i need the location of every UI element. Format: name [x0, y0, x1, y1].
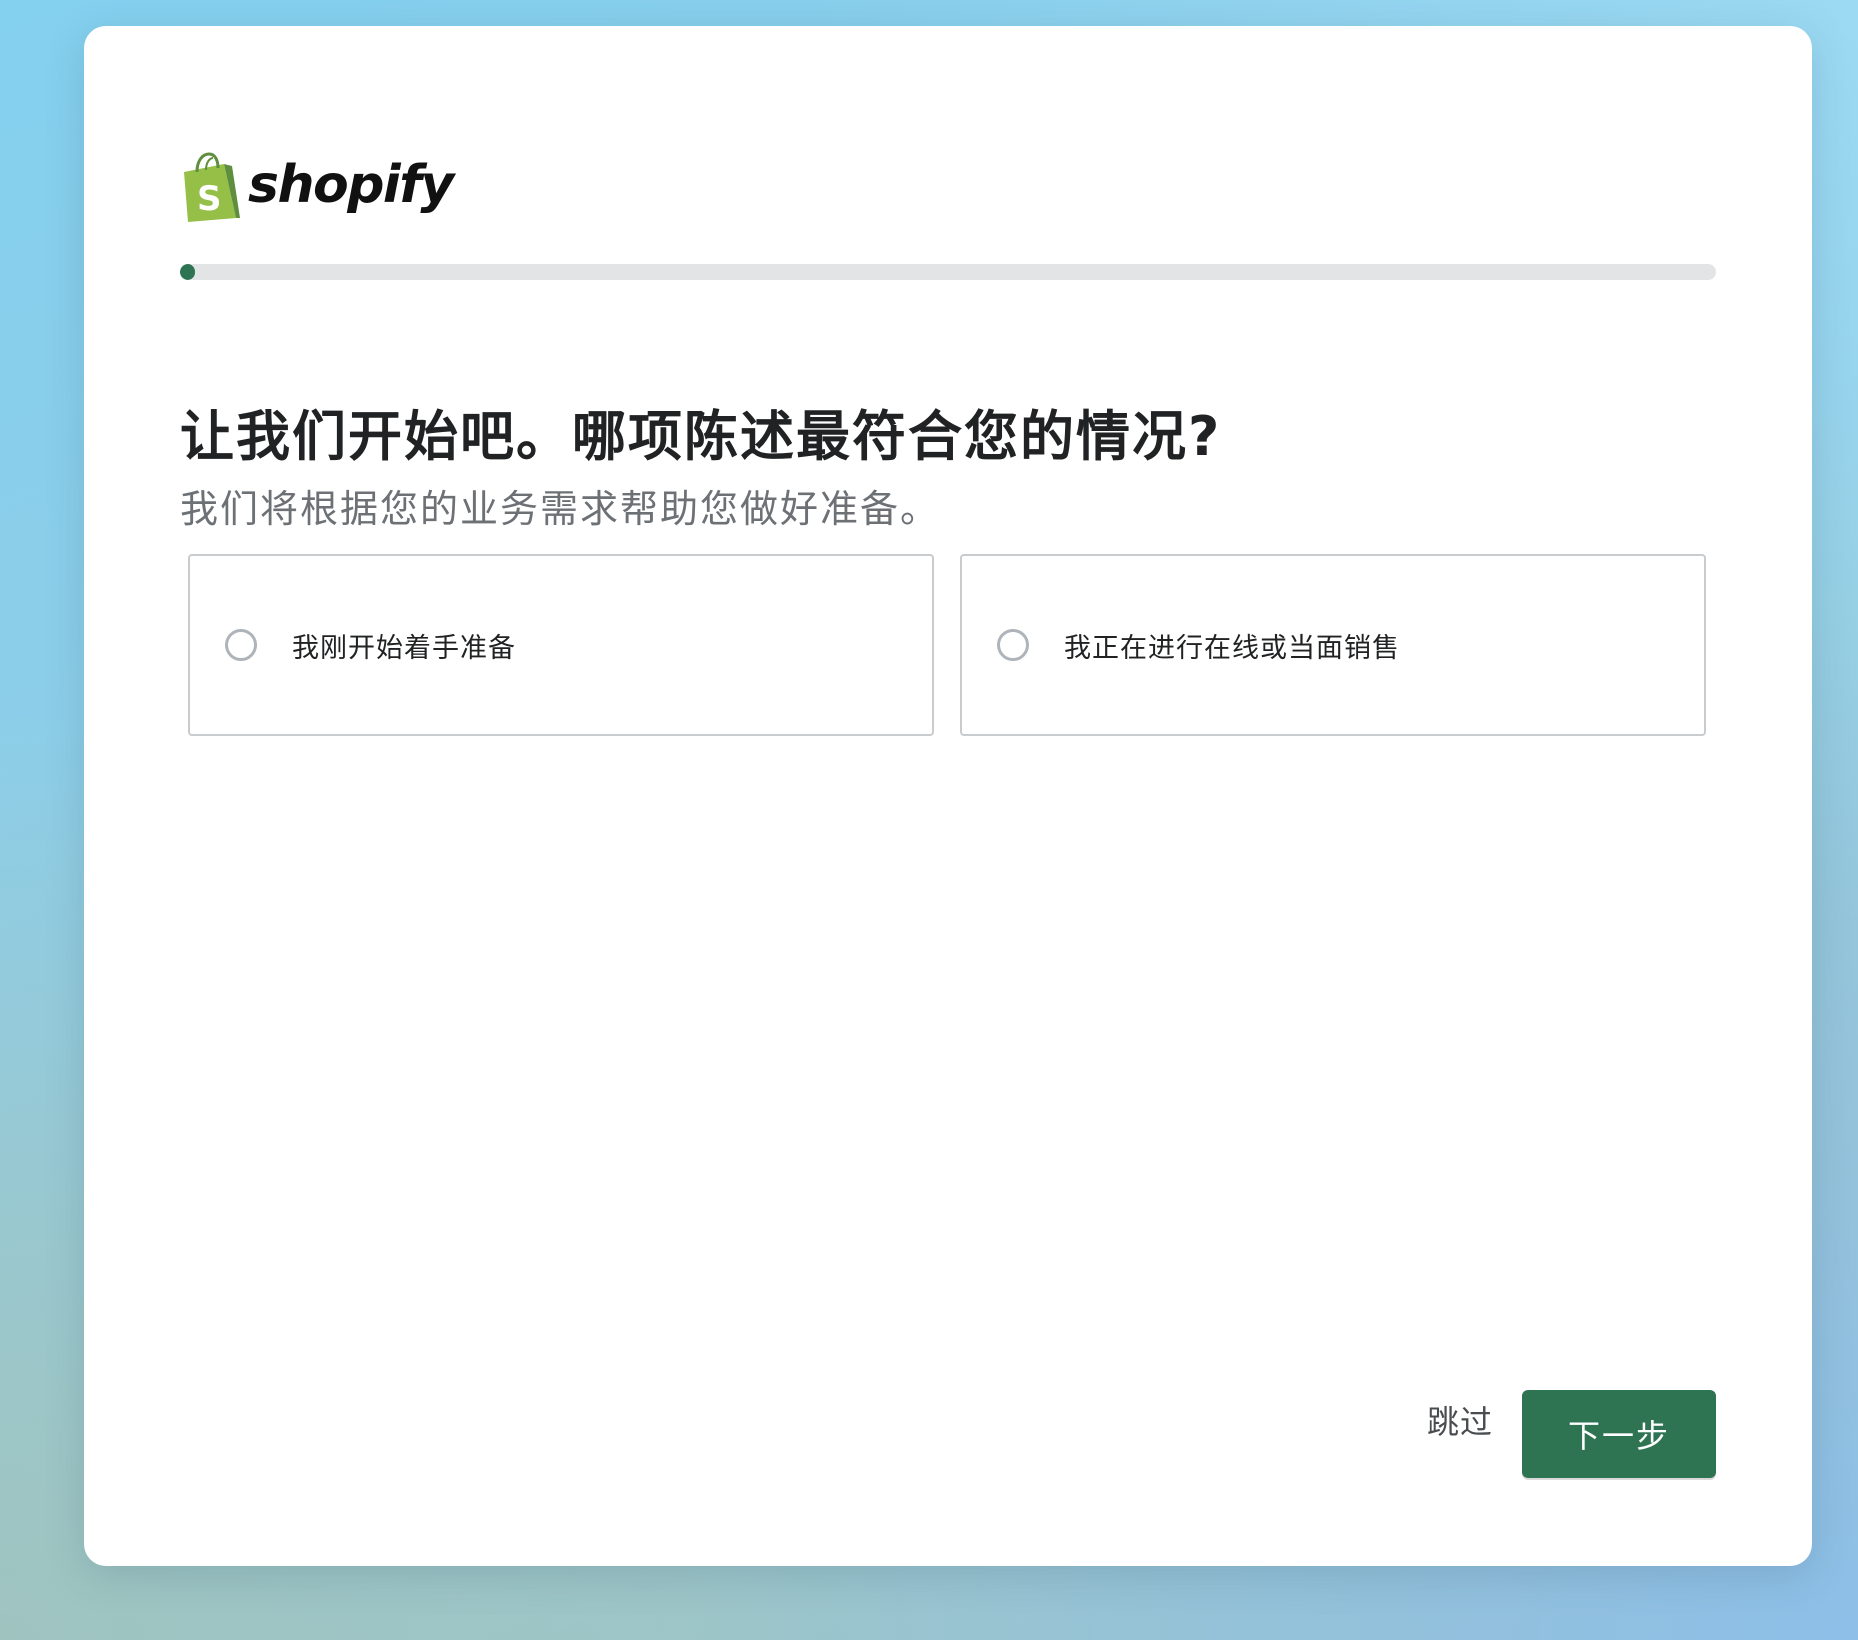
radio-button[interactable] — [997, 629, 1029, 661]
progress-fill — [180, 264, 196, 280]
onboarding-card: S shopify 让我们开始吧。哪项陈述最符合您的情况? 我们将根据您的业务需… — [84, 26, 1812, 1566]
option-label: 我刚开始着手准备 — [292, 632, 516, 664]
option-already-selling[interactable]: 我正在进行在线或当面销售 — [960, 554, 1706, 736]
page-subtitle: 我们将根据您的业务需求帮助您做好准备。 — [180, 487, 941, 531]
page-title: 让我们开始吧。哪项陈述最符合您的情况? — [180, 405, 1222, 468]
option-just-starting[interactable]: 我刚开始着手准备 — [188, 554, 934, 736]
shopping-bag-icon: S — [184, 152, 240, 222]
next-button[interactable]: 下一步 — [1522, 1390, 1716, 1478]
skip-button[interactable]: 跳过 — [1410, 1390, 1510, 1450]
brand-wordmark: shopify — [248, 155, 454, 215]
radio-button[interactable] — [225, 629, 257, 661]
svg-text:S: S — [197, 179, 222, 219]
option-label: 我正在进行在线或当面销售 — [1064, 632, 1400, 664]
shopify-logo: S shopify — [180, 152, 454, 224]
progress-bar — [180, 264, 1716, 280]
